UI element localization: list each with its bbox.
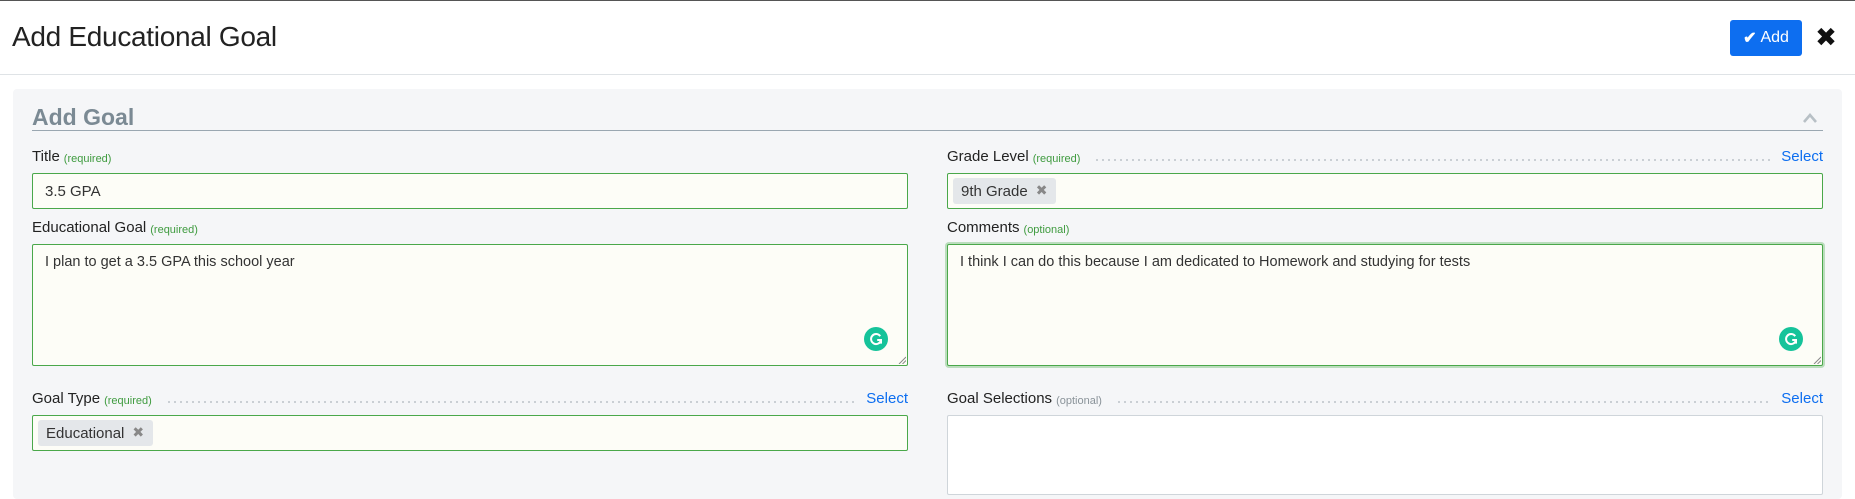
grammarly-icon[interactable] <box>1779 327 1803 351</box>
goal-type-tag-input[interactable]: Educational ✖ <box>32 415 908 451</box>
grade-level-tag: 9th Grade ✖ <box>953 178 1057 204</box>
goal-selections-list[interactable] <box>947 415 1823 495</box>
resize-handle-icon[interactable] <box>898 356 906 364</box>
remove-tag-icon[interactable]: ✖ <box>1036 183 1048 199</box>
panel-heading[interactable]: Add Goal <box>32 103 1823 131</box>
dotted-leader <box>1094 159 1772 161</box>
grade-level-tag-input[interactable]: 9th Grade ✖ <box>947 173 1823 209</box>
grade-level-field: Grade Level (required) Select 9th Grade … <box>947 145 1823 209</box>
educational-goal-text: I plan to get a 3.5 GPA this school year <box>45 254 295 270</box>
title-field: Title (required) 3.5 GPA <box>32 145 908 209</box>
add-button-label: Add <box>1760 29 1789 46</box>
goal-type-tag: Educational ✖ <box>38 420 154 446</box>
grade-level-label: Grade Level <box>947 148 1029 165</box>
comments-field: Comments (optional) I think I can do thi… <box>947 216 1823 366</box>
comments-label: Comments <box>947 219 1020 236</box>
title-input[interactable]: 3.5 GPA <box>32 173 908 209</box>
educational-goal-label: Educational Goal <box>32 219 147 236</box>
goal-type-field: Goal Type (required) Select Educational … <box>32 387 908 451</box>
chevron-up-icon[interactable] <box>1803 111 1817 125</box>
page-title: Add Educational Goal <box>12 21 277 52</box>
goal-type-required-hint: (required) <box>104 395 152 407</box>
tag-label: Educational <box>46 424 125 442</box>
modal-header: Add Educational Goal ✔ Add ✖ <box>0 1 1855 75</box>
comments-textarea[interactable]: I think I can do this because I am dedic… <box>947 244 1823 366</box>
grade-level-select-link[interactable]: Select <box>1781 148 1823 165</box>
grammarly-icon[interactable] <box>864 327 888 351</box>
panel-title: Add Goal <box>32 104 135 130</box>
goal-selections-select-link[interactable]: Select <box>1781 390 1823 407</box>
educational-goal-field: Educational Goal (required) I plan to ge… <box>32 216 908 366</box>
check-icon: ✔ <box>1743 30 1757 47</box>
goal-selections-optional-hint: (optional) <box>1056 395 1102 407</box>
dotted-leader <box>165 401 857 403</box>
add-goal-panel: Add Goal Title (required) 3.5 GPA Grade … <box>13 89 1842 499</box>
educational-goal-textarea[interactable]: I plan to get a 3.5 GPA this school year <box>32 244 908 366</box>
dotted-leader <box>1115 401 1772 403</box>
tag-label: 9th Grade <box>961 182 1028 200</box>
grade-level-required-hint: (required) <box>1032 153 1081 165</box>
comments-optional-hint: (optional) <box>1023 224 1070 236</box>
comments-text: I think I can do this because I am dedic… <box>960 254 1471 270</box>
close-icon[interactable]: ✖ <box>1814 23 1838 53</box>
remove-tag-icon[interactable]: ✖ <box>132 425 144 441</box>
title-required-hint: (required) <box>63 153 112 165</box>
educational-goal-required-hint: (required) <box>150 224 198 236</box>
title-label: Title <box>32 148 60 165</box>
goal-selections-field: Goal Selections (optional) Select <box>947 387 1823 495</box>
add-button[interactable]: ✔ Add <box>1730 20 1802 56</box>
goal-selections-label: Goal Selections <box>947 390 1053 407</box>
goal-type-label: Goal Type <box>32 390 101 407</box>
resize-handle-icon[interactable] <box>1813 356 1821 364</box>
goal-type-select-link[interactable]: Select <box>866 390 908 407</box>
